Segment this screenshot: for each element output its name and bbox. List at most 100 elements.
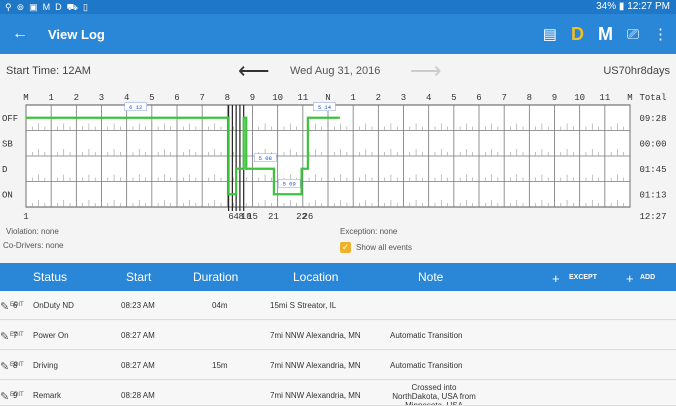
row-location: 15mi S Streator, IL [270,301,337,310]
row-note: Automatic Transition [390,361,463,370]
checkbox-checked-icon[interactable]: ✓ [340,242,351,253]
start-time: Start Time: 12AM [6,65,91,77]
pencil-icon: ✎ [0,391,10,403]
row-status: OnDuty ND [33,301,74,310]
hour-tick-label: 2 [74,93,79,103]
row-duration: 04m [212,301,228,310]
hour-tick-label: 10 [574,93,585,103]
exception-text: Exception: none [340,227,398,236]
table-row[interactable]: 9 Remark 08:28 AM 7mi NNW Alexandria, MN… [0,381,676,406]
row-status: Remark [33,391,62,400]
hour-tick-label: N [325,93,330,103]
row-location: 7mi NNW Alexandria, MN [270,331,361,340]
hour-tick-label: 5 [149,93,154,103]
status-icons: ⚲ ⊚ ▣ M D ⛟ ▯ [0,0,88,14]
row-note: Crossed into NorthDakota, USA from Minne… [392,383,476,406]
device-icon[interactable]: ⎚ [627,26,639,43]
hour-tick-label: 4 [124,93,129,103]
hour-tick-label: 5 [451,93,456,103]
show-all-events-toggle[interactable]: ✓ Show all events [340,242,412,253]
event-marker-label: 5 09 [283,180,296,187]
violation-text: Violation: none [6,227,59,236]
hour-tick-label: M [627,93,632,103]
edit-label: EDIT [10,362,24,368]
hour-tick-label: 9 [250,93,255,103]
status-row-total: 09:28 [639,114,666,124]
hour-tick-label: 3 [99,93,104,103]
app-bar-actions: ▤ D M ⎚ ⋮ [543,14,668,54]
grand-total-value: 12:27 [639,212,666,220]
hour-tick-label: 9 [552,93,557,103]
d-status-button[interactable]: D [571,24,584,45]
previous-day-arrow-icon[interactable]: ⟵ [238,58,270,84]
battery-icon: ▮ [618,1,625,12]
cycle-rule: US70hr8days [603,65,670,77]
hour-tick-label: 6 [476,93,481,103]
plus-icon: + [626,271,634,286]
event-number-label: 26 [302,212,313,220]
hour-tick-label: 10 [272,93,283,103]
page-title: View Log [48,26,105,42]
event-marker-label: 6 12 [129,104,142,111]
gps-icon: ⊚ [16,2,25,12]
hour-tick-label: 11 [297,93,308,103]
event-number-label: 21 [268,212,279,220]
battery-level: 34% [596,1,617,12]
header-note: Note [418,270,444,284]
image-icon: ▣ [29,2,38,12]
hour-tick-label: 7 [199,93,204,103]
log-meta: Violation: none Co-Drivers: none Excepti… [0,222,676,262]
m-notification-icon: M [42,2,51,12]
total-header-label: Total [639,93,666,103]
add-label: ADD [640,274,656,281]
row-duration: 15m [212,361,228,370]
pencil-icon: ✎ [0,301,10,313]
header-duration: Duration [193,270,239,284]
hour-tick-label: 7 [501,93,506,103]
clipboard-icon: ▯ [82,2,88,12]
table-row[interactable]: 6 OnDuty ND 08:23 AM 04m 15mi S Streator… [0,291,676,320]
row-start: 08:27 AM [121,361,155,370]
edit-label: EDIT [10,392,24,398]
m-status-button[interactable]: M [598,24,613,45]
event-marker-label: 5 14 [318,104,332,111]
status-row-label: SB [2,139,13,149]
d-notification-icon: D [55,2,62,12]
header-start: Start [126,270,152,284]
chat-icon[interactable]: ▤ [543,25,557,43]
log-graph: M 1 2 3 4 5 6 7 8 9 10 11 N 1 2 3 4 5 6 7 8 9 10 11 M Total OFF 09:… [0,88,676,222]
more-options-icon[interactable]: ⋮ [653,25,668,43]
hour-tick-label: 8 [225,93,230,103]
row-status: Driving [33,361,58,370]
status-row-label: OFF [2,114,18,124]
plus-icon: + [552,271,560,286]
system-status-bar: ⚲ ⊚ ▣ M D ⛟ ▯ 34% ▮ 12:27 PM [0,0,676,14]
back-arrow-icon[interactable]: ← [0,25,40,43]
edit-label: EDIT [10,332,24,338]
row-start: 08:27 AM [121,331,155,340]
table-row[interactable]: 8 Driving 08:27 AM 15m 7mi NNW Alexandri… [0,351,676,380]
event-marker-label: 5 08 [259,155,272,162]
status-row-total: 01:45 [639,165,666,175]
drive-icon: ⛟ [66,2,78,12]
row-location: 7mi NNW Alexandria, MN [270,361,361,370]
event-number-label: 15 [247,212,258,220]
table-row[interactable]: 7 Power On 08:27 AM 7mi NNW Alexandria, … [0,321,676,350]
status-row-total: 01:13 [639,190,666,200]
row-note: Automatic Transition [390,331,463,340]
header-location: Location [293,270,339,284]
codrivers-text: Co-Drivers: none [3,241,64,250]
clock: 12:27 PM [627,1,670,12]
hour-tick-label: 3 [401,93,406,103]
location-icon: ⚲ [5,2,12,12]
except-label: EXCEPT [569,274,598,281]
hour-tick-label: 4 [426,93,431,103]
row-start: 08:28 AM [121,391,155,400]
events-table-body: 6 OnDuty ND 08:23 AM 04m 15mi S Streator… [0,291,676,406]
pencil-icon: ✎ [0,331,10,343]
hour-tick-label: M [23,93,28,103]
events-table-header: Status Start Duration Location Note + EX… [0,263,676,291]
next-day-arrow-icon[interactable]: ⟶ [410,58,442,84]
status-row-total: 00:00 [639,139,666,149]
event-number-label: 1 [23,212,28,220]
